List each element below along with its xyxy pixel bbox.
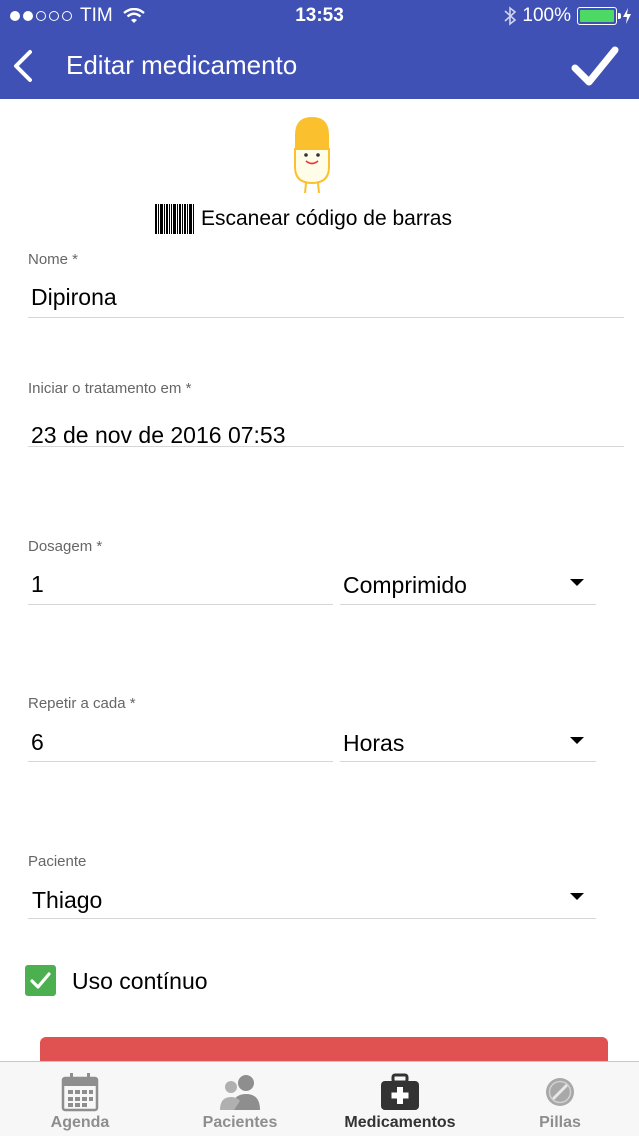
charging-icon [623, 8, 631, 24]
dosagem-unit-underline [340, 604, 596, 605]
calendar-icon [61, 1073, 99, 1112]
pill-mascot-icon [294, 117, 330, 194]
save-check-button[interactable] [571, 42, 619, 90]
tab-pacientes-label: Pacientes [202, 1114, 278, 1131]
repetir-unit-value: Horas [343, 730, 405, 756]
coin-icon [546, 1078, 574, 1106]
tab-medicamentos[interactable]: Medicamentos [320, 1062, 480, 1136]
delete-button[interactable] [40, 1037, 608, 1061]
battery-icon [577, 7, 621, 25]
battery-percent: 100% [522, 5, 571, 26]
nome-input[interactable]: Dipirona [31, 284, 117, 311]
tab-pillas[interactable]: Pillas [480, 1062, 639, 1136]
repetir-unit-underline [340, 761, 596, 762]
inicio-label: Iniciar o tratamento em * [28, 380, 192, 397]
back-button[interactable] [8, 46, 40, 86]
chevron-down-icon [570, 893, 584, 900]
medkit-icon [381, 1073, 419, 1110]
bluetooth-icon [504, 6, 517, 26]
chevron-down-icon [570, 579, 584, 586]
status-right: 100% [504, 5, 631, 27]
repetir-label: Repetir a cada * [28, 695, 136, 712]
tab-agenda[interactable]: Agenda [0, 1062, 160, 1136]
tab-agenda-label: Agenda [50, 1114, 110, 1131]
dosagem-label: Dosagem * [28, 538, 103, 555]
repetir-underline [28, 761, 333, 762]
paciente-label: Paciente [28, 853, 87, 870]
nome-underline [28, 317, 624, 318]
status-bar: TIM 13:53 100% [0, 0, 639, 32]
paciente-value: Thiago [32, 887, 103, 913]
dosagem-input[interactable]: 1 [31, 571, 44, 598]
tab-pillas-label: Pillas [539, 1114, 581, 1131]
nome-label: Nome * [28, 251, 79, 268]
inicio-underline [28, 446, 624, 447]
app-header: TIM 13:53 100% Editar medicamento [0, 0, 639, 99]
repetir-input[interactable]: 6 [31, 729, 44, 756]
checkmark-icon [30, 972, 51, 989]
barcode-icon [155, 204, 195, 234]
dosagem-unit-value: Comprimido [343, 572, 467, 598]
page-title: Editar medicamento [66, 50, 298, 80]
uso-continuo-checkbox[interactable] [25, 965, 56, 996]
paciente-underline [28, 918, 596, 919]
scan-barcode-label: Escanear código de barras [201, 207, 452, 230]
people-icon [220, 1075, 260, 1110]
tab-pacientes[interactable]: Pacientes [160, 1062, 320, 1136]
inicio-datetime-input[interactable]: 23 de nov de 2016 07:53 [31, 422, 286, 449]
uso-continuo-label: Uso contínuo [72, 968, 208, 994]
scan-barcode-button[interactable]: Escanear código de barras [155, 202, 452, 236]
tab-medicamentos-label: Medicamentos [344, 1114, 456, 1131]
chevron-down-icon [570, 737, 584, 744]
tab-bar: Agenda Pacientes Medicamentos Pillas [0, 1061, 639, 1136]
dosagem-underline [28, 604, 333, 605]
